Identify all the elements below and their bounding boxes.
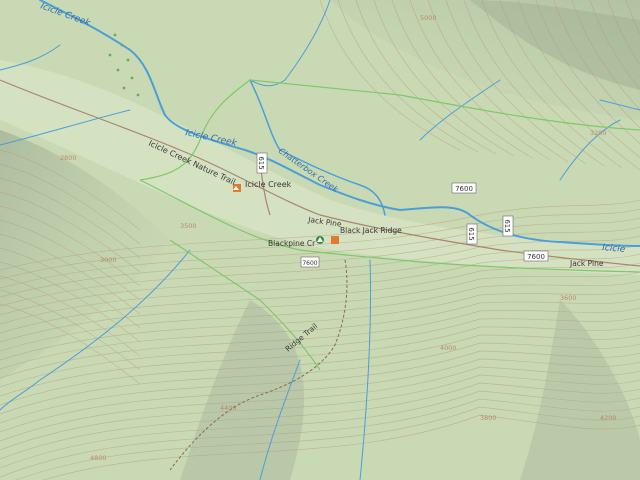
shield-615-b[interactable]: 615: [466, 223, 478, 245]
shield-615-a[interactable]: 615: [256, 152, 268, 174]
elevation-label: 4200: [600, 414, 617, 422]
icicle-right-label: Icicle: [602, 243, 626, 255]
elevation-label: 4000: [440, 344, 457, 352]
elevation-label: 2800: [60, 154, 77, 162]
shield-7600-c[interactable]: 7600: [300, 256, 320, 268]
black-jack-ridge-label: Black Jack Ridge: [340, 226, 402, 235]
icicle-creek-poi-label: Icicle Creek: [245, 180, 292, 189]
elevation-label: 3800: [480, 414, 497, 422]
elevation-label: 3000: [100, 256, 117, 264]
topographic-map[interactable]: 615 7600 7600 615 615 7600 Icicle Creek …: [0, 0, 640, 480]
elevation-label: 3500: [180, 222, 197, 230]
shield-7600-a-label: 7600: [455, 185, 473, 193]
elevation-label: 3200: [590, 129, 607, 137]
elevation-label: 5000: [420, 14, 437, 22]
jack-pine-label-right: Jack Pine: [569, 259, 604, 268]
elevation-label: 3600: [560, 294, 577, 302]
shield-7600-c-label: 7600: [302, 260, 317, 267]
black-jack-ridge-trailhead-icon[interactable]: [331, 236, 339, 244]
shield-615-c[interactable]: 615: [502, 215, 514, 237]
shield-7600-b-label: 7600: [527, 253, 545, 261]
shield-615-a-label: 615: [257, 156, 265, 169]
shield-7600-a[interactable]: 7600: [451, 182, 477, 194]
shield-615-b-label: 615: [467, 227, 475, 240]
elevation-label: 4800: [90, 454, 107, 462]
map-canvas[interactable]: 615 7600 7600 615 615 7600 Icicle Creek …: [0, 0, 640, 480]
blackpine-label: Blackpine Cr: [268, 239, 316, 248]
shield-7600-b[interactable]: 7600: [523, 250, 549, 262]
shield-615-c-label: 615: [503, 219, 511, 232]
elevation-label: 4400: [220, 404, 237, 412]
